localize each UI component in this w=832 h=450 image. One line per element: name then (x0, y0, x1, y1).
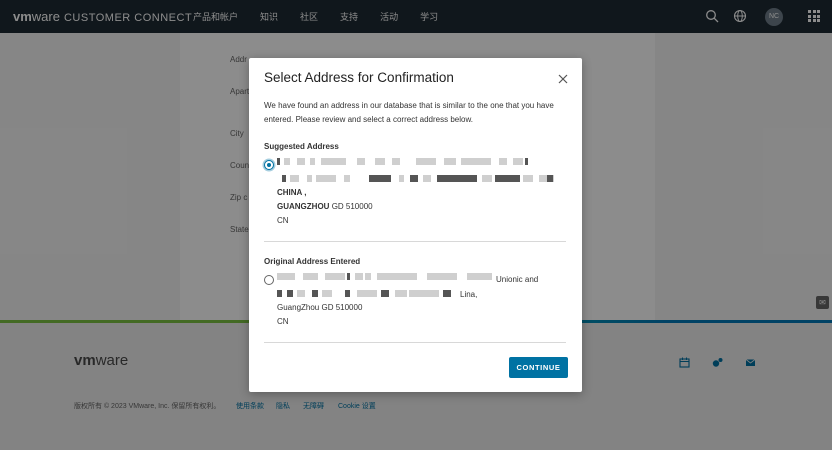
modal-description: We have found an address in our database… (264, 101, 554, 124)
original-address-radio[interactable] (264, 275, 274, 285)
section-divider (264, 241, 566, 242)
original-country-code: CN (277, 317, 289, 326)
original-city-line: GuangZhou GD 510000 (277, 303, 363, 312)
modal-title: Select Address for Confirmation (264, 70, 454, 85)
address-confirmation-modal: Select Address for Confirmation We have … (249, 58, 582, 392)
original-line-1-tail: Unionic and (496, 275, 539, 284)
suggested-country-code: CN (277, 216, 289, 225)
continue-button[interactable]: CONTINUE (509, 357, 568, 378)
original-line-2-tail: Lina, (460, 290, 478, 299)
close-icon[interactable] (557, 73, 569, 85)
redacted-original-line-2 (277, 290, 457, 298)
suggested-address-heading: Suggested Address (264, 142, 339, 151)
suggested-city: GUANGZHOU (277, 202, 330, 211)
redacted-street-line-2 (277, 175, 557, 183)
suggested-city-line: GUANGZHOU GD 510000 (277, 202, 373, 211)
suggested-address-radio[interactable] (264, 160, 274, 170)
suggested-country-name: CHINA , (277, 188, 307, 197)
suggested-region: GD 510000 (331, 202, 373, 211)
redacted-street-line-1 (277, 158, 532, 166)
redacted-original-line-1 (277, 273, 497, 281)
original-address-heading: Original Address Entered (264, 257, 361, 266)
section-divider (264, 342, 566, 343)
